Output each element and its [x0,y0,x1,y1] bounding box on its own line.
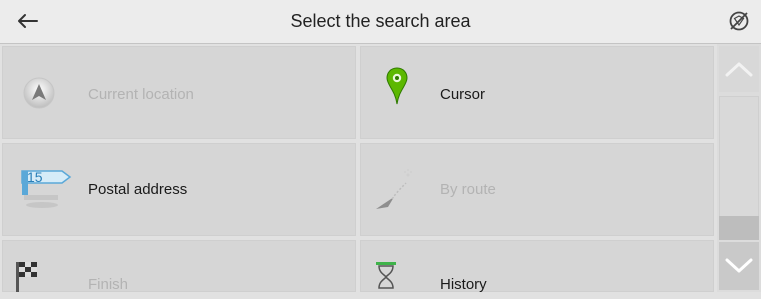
option-label: Postal address [88,181,188,198]
option-postal-address[interactable]: 15 Postal address [2,143,356,236]
option-label: Finish [88,276,129,293]
scroll-thumb[interactable] [719,216,759,240]
top-bar: Select the search area [0,0,761,44]
scroll-track[interactable] [719,96,759,240]
checkered-flag-icon [14,260,44,297]
option-by-route[interactable]: By route [360,143,714,236]
option-history[interactable]: History [360,240,714,293]
search-area-grid: Current location Cursor 15 Postal addres… [0,44,716,293]
option-label: History [440,276,487,293]
address-number-badge: 15 [27,169,43,185]
option-label: Cursor [440,86,486,103]
scrollbar[interactable] [717,44,761,292]
map-pin-icon [384,66,410,111]
page-title: Select the search area [290,11,471,31]
option-finish[interactable]: Finish [2,240,356,293]
hourglass-icon [374,260,398,299]
option-cursor[interactable]: Cursor [360,46,714,139]
scroll-up-button[interactable] [719,46,759,92]
address-sign-icon: 15 [18,167,74,216]
option-label: By route [440,181,496,198]
chevron-down-icon [725,258,753,273]
route-icon [372,165,418,220]
location-arrow-icon [22,76,56,115]
no-gps-icon [727,9,753,35]
scroll-down-button[interactable] [719,242,759,290]
option-current-location[interactable]: Current location [2,46,356,139]
chevron-up-icon [725,62,753,77]
option-label: Current location [88,86,194,103]
